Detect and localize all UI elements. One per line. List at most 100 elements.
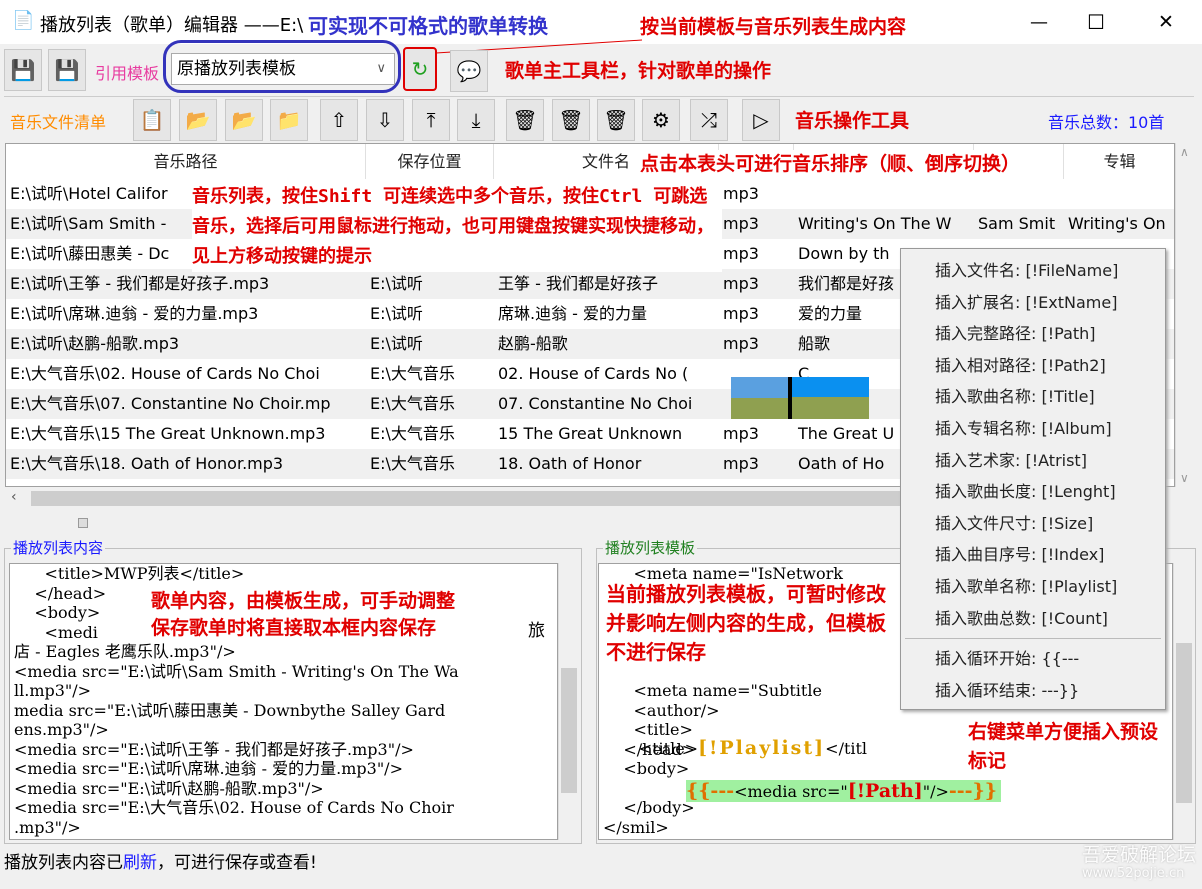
editor-line: <media src="E:\试听\Sam Smith - Writing's …	[14, 661, 459, 681]
table-cell: 王筝 - 我们都是好孩子	[498, 274, 658, 293]
table-cell: Sam Smit	[978, 214, 1056, 233]
table-cell: 07. Constantine No Choi	[498, 394, 693, 413]
playlist-template-label: 播放列表模板	[603, 537, 698, 558]
table-cell: 18. Oath of Honor	[498, 454, 642, 473]
menu-item[interactable]: 插入文件尺寸: [!Size]	[901, 508, 1165, 540]
scroll-left-icon[interactable]: ‹	[11, 489, 17, 505]
menu-item-loop-end[interactable]: 插入循环结束: ---}}	[901, 675, 1165, 707]
editor-line: ll.mp3"/>	[14, 681, 92, 700]
shuffle-icon[interactable]: ⤮	[690, 99, 728, 141]
move-bottom-icon[interactable]: ⤓	[457, 99, 495, 141]
table-cell: 赵鹏-船歌	[498, 334, 568, 353]
table-cell: mp3	[723, 274, 759, 293]
play-icon[interactable]: ▷	[742, 99, 780, 141]
context-menu: 插入文件名: [!FileName] 插入扩展名: [!ExtName] 插入完整路…	[900, 248, 1166, 710]
left-annotation-2: 保存歌单时将直接取本框内容保存	[147, 614, 441, 643]
left-annotation-1: 歌单内容，由模板生成，可手动调整	[147, 587, 460, 616]
title-tag-close: </titl	[825, 738, 868, 758]
scrollbar-thumb[interactable]	[561, 668, 577, 793]
editor-line: <media src="E:\试听\赵鹏-船歌.mp3"/>	[14, 778, 324, 798]
menu-item[interactable]: 插入歌曲长度: [!Lenght]	[901, 476, 1165, 508]
table-cell: 15 The Great Unknown	[498, 424, 683, 443]
table-cell: mp3	[723, 454, 759, 473]
thumbnail-image	[731, 377, 869, 419]
table-cell: mp3	[723, 184, 759, 203]
move-up-icon[interactable]: ⇧	[320, 99, 358, 141]
menu-item[interactable]: 插入艺术家: [!Atrist]	[901, 445, 1165, 477]
table-cell: E:\试听\王筝 - 我们都是好孩子.mp3	[10, 274, 270, 293]
splitter-handle[interactable]	[78, 518, 88, 528]
playlist-tag: [!Playlist]	[698, 736, 826, 759]
template-label: 引用模板	[95, 64, 160, 83]
menu-item[interactable]: 插入专辑名称: [!Album]	[901, 413, 1165, 445]
status-refresh-link[interactable]: 刷新	[123, 853, 157, 873]
delete-settings-icon[interactable]: ⚙	[642, 99, 680, 141]
table-cell: mp3	[723, 214, 759, 233]
scrollbar-thumb[interactable]	[31, 491, 921, 506]
table-cell: E:\大气音乐	[370, 394, 455, 413]
table-cell: E:\试听	[370, 274, 423, 293]
list-vertical-scrollbar[interactable]: ∧ ∨	[1175, 143, 1195, 487]
menu-item[interactable]: 插入歌单名称: [!Playlist]	[901, 571, 1165, 603]
column-header-path[interactable]: 音乐路径	[6, 144, 366, 179]
move-down-icon[interactable]: ⇩	[366, 99, 404, 141]
table-cell: E:\大气音乐	[370, 454, 455, 473]
add-folder-icon[interactable]: 📂	[179, 99, 217, 141]
status-text-tail: ，可进行保存或查看!	[157, 853, 317, 873]
loop-media-line: {{---<media src="[!Path]"/>---}}	[686, 780, 1001, 802]
header-annotation: 点击本表头可进行音乐排序（顺、倒序切换）	[640, 150, 1021, 179]
scroll-up-icon[interactable]: ∧	[1180, 145, 1189, 159]
music-list-label: 音乐文件清单	[10, 113, 107, 132]
editor-line: .mp3"/>	[14, 817, 81, 837]
title-tag-open: <title>	[608, 738, 699, 758]
template-select[interactable]: 原播放列表模板 ∨	[171, 53, 395, 85]
table-cell: mp3	[723, 424, 759, 443]
menu-item-loop-start[interactable]: 插入循环开始: {{---	[901, 643, 1165, 675]
column-header-album[interactable]: 专辑	[1064, 144, 1174, 179]
table-cell: E:\大气音乐	[370, 424, 455, 443]
playlist-content-label: 播放列表内容	[11, 537, 106, 558]
table-cell: E:\大气音乐\18. Oath of Honor.mp3	[10, 454, 284, 473]
table-cell: E:\试听\赵鹏-船歌.mp3	[10, 334, 180, 353]
editor-line: <media src="E:\大气音乐\02. House of Cards N…	[14, 798, 454, 817]
status-text: 播放列表内容已	[4, 853, 123, 873]
table-cell: E:\大气音乐\07. Constantine No Choir.mp	[10, 394, 331, 413]
media-close: "/>	[922, 782, 949, 801]
menu-item[interactable]: 插入文件名: [!FileName]	[901, 255, 1165, 287]
right-editor-scrollbar[interactable]	[1173, 563, 1193, 840]
save-icon[interactable]: 💾	[4, 49, 42, 91]
music-count: 音乐总数：10首	[1048, 113, 1165, 132]
column-header-location[interactable]: 保存位置	[366, 144, 494, 179]
left-editor-scrollbar[interactable]	[558, 563, 578, 840]
menu-annotation: 右键菜单方便插入预设标记	[968, 721, 1159, 772]
table-cell: E:\试听	[370, 334, 423, 353]
folder-settings-icon[interactable]: 📁	[270, 99, 308, 141]
table-cell: E:\大气音乐	[370, 364, 455, 383]
scroll-down-icon[interactable]: ∨	[1180, 471, 1189, 485]
remove-invalid-icon[interactable]: 🗑	[597, 99, 635, 141]
import-folder-icon[interactable]: 📂	[225, 99, 263, 141]
scrollbar-thumb[interactable]	[1176, 643, 1192, 803]
delete-icon[interactable]: 🗑	[506, 99, 544, 141]
menu-item[interactable]: 插入完整路径: [!Path]	[901, 318, 1165, 350]
refresh-generate-icon[interactable]: ↻	[403, 47, 437, 91]
watermark-url: www.52pojie.cn	[1082, 866, 1185, 881]
add-files-icon[interactable]: 📋	[133, 99, 171, 141]
clear-icon[interactable]: 🗑	[552, 99, 590, 141]
menu-item[interactable]: 插入扩展名: [!ExtName]	[901, 287, 1165, 319]
menu-item[interactable]: 插入歌曲名称: [!Title]	[901, 381, 1165, 413]
media-open: <media src="	[734, 782, 848, 801]
preview-icon[interactable]: 💬	[450, 50, 488, 92]
table-cell: Writing's On	[1068, 214, 1166, 233]
watermark: 吾爱破解论坛	[1082, 844, 1197, 866]
menu-item[interactable]: 插入相对路径: [!Path2]	[901, 350, 1165, 382]
right-annotation: 当前播放列表模板，可暂时修改并影响左侧内容的生成，但模板不进行保存	[606, 580, 886, 667]
table-cell: 02. House of Cards No (	[498, 364, 689, 383]
table-cell: mp3	[723, 244, 759, 263]
menu-item[interactable]: 插入歌曲总数: [!Count]	[901, 603, 1165, 635]
move-top-icon[interactable]: ⤒	[412, 99, 450, 141]
menu-item[interactable]: 插入曲目序号: [!Index]	[901, 539, 1165, 571]
save-as-icon[interactable]: 💾	[48, 49, 86, 91]
chevron-down-icon: ∨	[376, 61, 386, 76]
table-cell: Writing's On The W	[798, 214, 952, 233]
